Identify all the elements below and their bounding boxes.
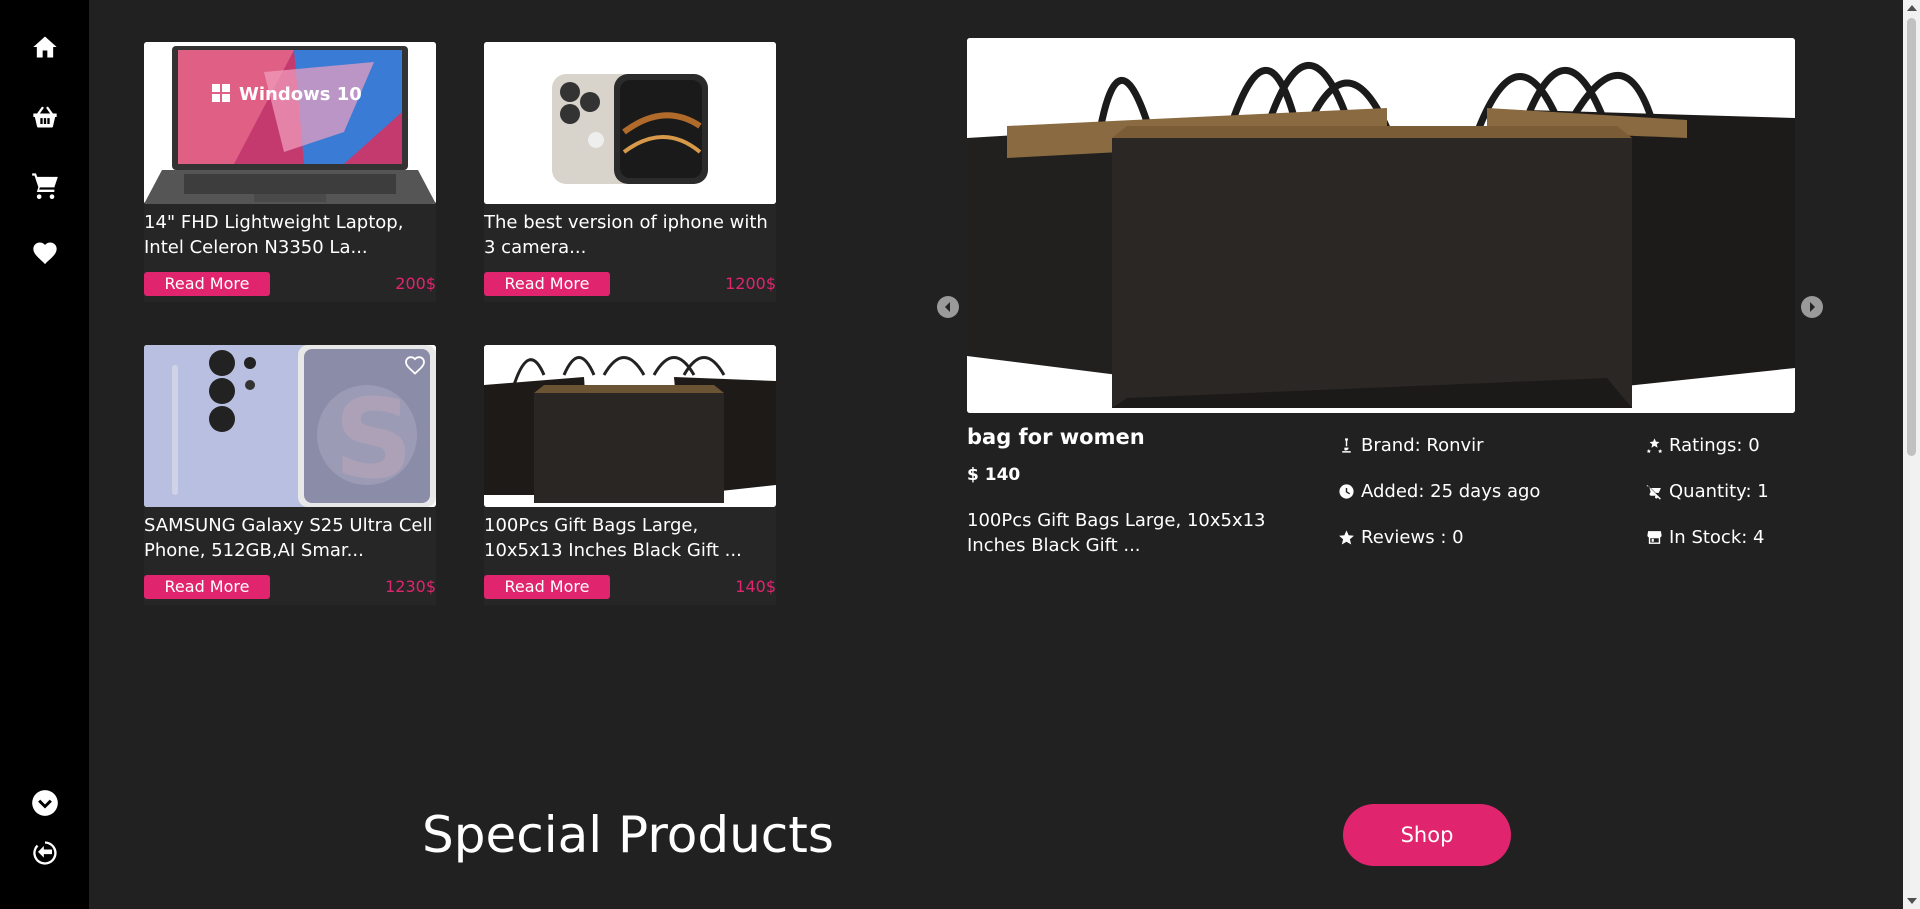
brand-text: Brand: Ronvir	[1361, 435, 1484, 456]
product-card[interactable]: 100Pcs Gift Bags Large, 10x5x13 Inches B…	[484, 345, 776, 605]
chevron-down-icon[interactable]	[30, 788, 60, 818]
read-more-button[interactable]: Read More	[484, 575, 610, 599]
product-price: 1200$	[725, 274, 776, 293]
product-price: 200$	[395, 274, 436, 293]
carousel-prev-arrow-icon[interactable]	[937, 296, 959, 318]
scroll-up-arrow-icon[interactable]	[1907, 5, 1917, 11]
brand-meta: Brand: Ronvir	[1338, 435, 1484, 456]
product-image-iphone[interactable]	[484, 42, 776, 204]
scroll-thumb[interactable]	[1907, 18, 1916, 456]
product-title: 100Pcs Gift Bags Large, 10x5x13 Inches B…	[484, 515, 742, 561]
product-price: 1230$	[385, 577, 436, 596]
carousel-next-arrow-icon[interactable]	[1801, 296, 1823, 318]
ratings-text: Ratings: 0	[1669, 435, 1760, 456]
product-title: 14" FHD Lightweight Laptop, Intel Celero…	[144, 212, 404, 258]
ratings-meta: Ratings: 0	[1646, 435, 1760, 456]
featured-price: $ 140	[967, 465, 1021, 485]
product-image-laptop[interactable]: Windows 10	[144, 42, 436, 204]
scroll-down-arrow-icon[interactable]	[1907, 898, 1917, 904]
read-more-button[interactable]: Read More	[144, 272, 270, 296]
added-text: Added: 25 days ago	[1361, 481, 1541, 502]
product-price: 140$	[735, 577, 776, 596]
basket-icon[interactable]	[30, 102, 60, 132]
special-products-heading: Special Products	[422, 806, 834, 864]
sidebar	[0, 0, 89, 909]
shop-button[interactable]: Shop	[1343, 804, 1511, 866]
reviews-text: Reviews : 0	[1361, 527, 1464, 548]
cart-off-icon	[1646, 485, 1661, 500]
product-image-samsung[interactable]: S	[144, 345, 436, 507]
logout-icon[interactable]	[30, 838, 60, 868]
reviews-meta: Reviews : 0	[1338, 527, 1464, 548]
featured-title: bag for women	[967, 425, 1145, 449]
store-icon	[1647, 531, 1662, 544]
product-title: The best version of iphone with 3 camera…	[484, 212, 768, 258]
product-title: SAMSUNG Galaxy S25 Ultra Cell Phone, 512…	[144, 515, 433, 561]
read-more-button[interactable]: Read More	[484, 272, 610, 296]
featured-description: 100Pcs Gift Bags Large, 10x5x13 Inches B…	[967, 510, 1266, 556]
svg-text:S: S	[334, 375, 413, 503]
cart-icon[interactable]	[30, 170, 60, 200]
windows-10-text: Windows 10	[239, 84, 362, 105]
stock-text: In Stock: 4	[1669, 527, 1765, 548]
page-scrollbar[interactable]	[1903, 0, 1920, 909]
read-more-button[interactable]: Read More	[144, 575, 270, 599]
home-icon[interactable]	[30, 32, 60, 62]
quantity-text: Quantity: 1	[1669, 481, 1769, 502]
star-icon	[1339, 530, 1354, 545]
ratings-stars-icon	[1646, 438, 1663, 454]
clock-icon	[1339, 484, 1354, 499]
microscope-icon	[1342, 438, 1351, 453]
product-card[interactable]: Windows 10 14" FHD Lightweight Laptop, I…	[144, 42, 436, 302]
stock-meta: In Stock: 4	[1646, 527, 1765, 548]
favorite-heart-icon[interactable]	[402, 353, 428, 377]
quantity-meta: Quantity: 1	[1646, 481, 1769, 502]
product-card[interactable]: S SAMSUNG Galaxy S25 Ultra Cell Phone, 5…	[144, 345, 436, 605]
product-image-gift-bags[interactable]	[484, 345, 776, 507]
featured-product-image[interactable]	[967, 38, 1795, 413]
heart-icon[interactable]	[30, 238, 60, 268]
added-meta: Added: 25 days ago	[1338, 481, 1540, 502]
product-card[interactable]: The best version of iphone with 3 camera…	[484, 42, 776, 302]
